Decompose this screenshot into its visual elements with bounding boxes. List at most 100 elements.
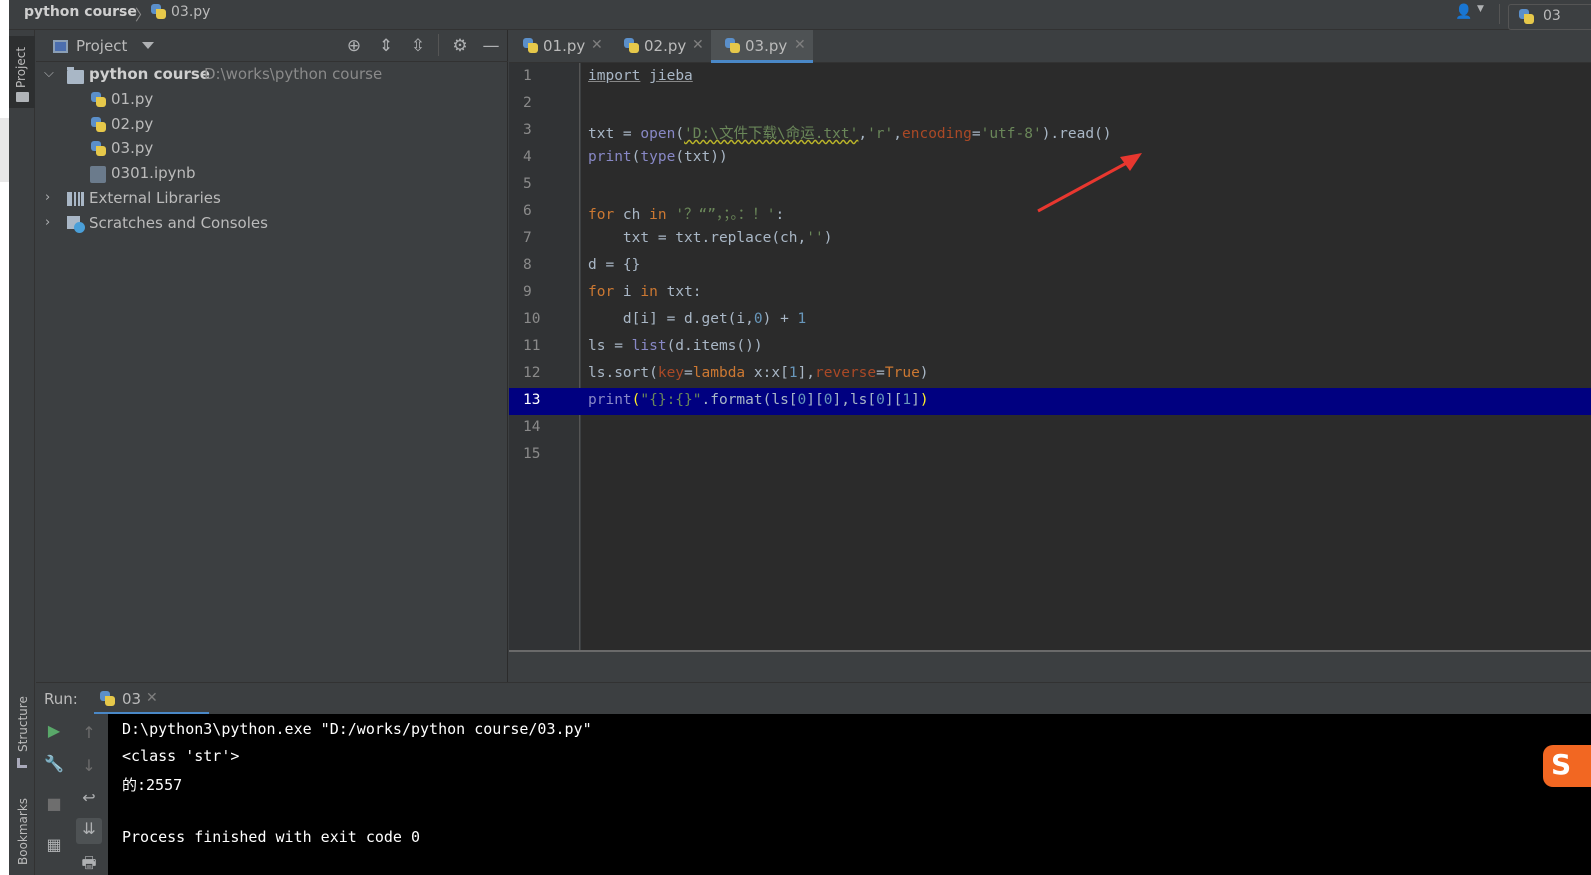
tree-scratches[interactable]: › Scratches and Consoles bbox=[36, 212, 508, 236]
tab-02-py[interactable]: 02.py ✕ bbox=[610, 30, 711, 63]
breadcrumb-project[interactable]: python course bbox=[24, 4, 137, 20]
project-view-icon bbox=[53, 40, 68, 53]
hide-icon[interactable]: — bbox=[480, 35, 502, 57]
line-number: 5 bbox=[523, 176, 532, 192]
splitter[interactable] bbox=[509, 650, 1591, 652]
python-file-icon bbox=[624, 38, 640, 54]
expand-all-icon[interactable]: ⇕ bbox=[375, 35, 397, 57]
close-icon[interactable]: ✕ bbox=[146, 690, 158, 706]
tool-tab-project[interactable]: Project bbox=[9, 36, 35, 108]
code-line-10[interactable]: d[i] = d.get(i,0) + 1 bbox=[588, 311, 806, 327]
tab-01-py[interactable]: 01.py ✕ bbox=[509, 30, 610, 63]
chevron-right-icon[interactable]: › bbox=[45, 190, 50, 205]
folder-icon bbox=[16, 92, 29, 102]
run-configuration-selector[interactable]: 03 bbox=[1508, 4, 1591, 30]
structure-icon bbox=[17, 758, 27, 768]
line-number: 4 bbox=[523, 149, 532, 165]
tree-external-libraries-label: External Libraries bbox=[89, 189, 221, 207]
code-line-13[interactable]: print("{}:{}".format(ls[0][0],ls[0][1]) bbox=[588, 392, 929, 408]
print-icon[interactable]: 🖶 bbox=[78, 852, 100, 874]
python-file-icon bbox=[91, 117, 107, 133]
tree-file-01[interactable]: 01.py bbox=[36, 88, 508, 112]
tool-tab-bookmarks[interactable]: Bookmarks bbox=[9, 790, 35, 875]
python-file-icon bbox=[523, 38, 539, 54]
ime-badge-icon[interactable]: S bbox=[1543, 745, 1591, 787]
line-number: 2 bbox=[523, 95, 532, 111]
close-icon[interactable]: ✕ bbox=[794, 37, 806, 53]
tree-root-label: python course bbox=[89, 65, 210, 83]
tree-scratches-label: Scratches and Consoles bbox=[89, 214, 268, 232]
run-configuration-label: 03 bbox=[1543, 8, 1561, 24]
chevron-down-icon[interactable]: ⌵ bbox=[44, 66, 54, 81]
breadcrumb-separator: 〉 bbox=[135, 6, 151, 24]
tab-03-py[interactable]: 03.py ✕ bbox=[711, 30, 813, 63]
scroll-to-end-icon[interactable]: ⇊ bbox=[76, 818, 102, 844]
run-console[interactable]: D:\python3\python.exe "D:/works/python c… bbox=[108, 714, 1591, 875]
tool-tab-project-label: Project bbox=[14, 46, 28, 88]
tree-file-label: 01.py bbox=[111, 90, 154, 108]
chevron-right-icon[interactable]: › bbox=[45, 215, 50, 230]
line-number: 12 bbox=[523, 365, 541, 381]
python-file-icon bbox=[91, 92, 107, 108]
line-number: 13 bbox=[523, 392, 541, 408]
locate-icon[interactable]: ⊕ bbox=[343, 35, 365, 57]
chevron-down-icon[interactable]: ▼ bbox=[1477, 4, 1484, 14]
code-line-9[interactable]: for i in txt: bbox=[588, 284, 702, 300]
line-number: 3 bbox=[523, 122, 532, 138]
tree-file-0301[interactable]: 0301.ipynb bbox=[36, 162, 508, 186]
code-line-6[interactable]: for ch in '？“”，；。：！': bbox=[588, 203, 784, 224]
close-icon[interactable]: ✕ bbox=[591, 37, 603, 53]
code-line-1[interactable]: import jieba bbox=[588, 68, 693, 84]
code-line-8[interactable]: d = {} bbox=[588, 257, 640, 273]
code-line-3[interactable]: txt = open('D:\文件下载\命运.txt','r',encoding… bbox=[588, 122, 1112, 143]
project-view-title[interactable]: Project bbox=[76, 37, 127, 55]
tree-root[interactable]: ⌵ python course D:\works\python course bbox=[36, 63, 508, 87]
close-icon[interactable]: ✕ bbox=[692, 37, 704, 53]
divider bbox=[1499, 4, 1500, 24]
clock-icon bbox=[74, 222, 85, 233]
line-number: 8 bbox=[523, 257, 532, 273]
code-line-4[interactable]: print(type(txt)) bbox=[588, 149, 728, 165]
tab-label: 03.py bbox=[745, 37, 788, 55]
line-number: 6 bbox=[523, 203, 532, 219]
library-icon bbox=[67, 192, 84, 206]
python-file-icon bbox=[151, 4, 167, 20]
console-line: D:\python3\python.exe "D:/works/python c… bbox=[122, 720, 592, 738]
code-line-11[interactable]: ls = list(d.items()) bbox=[588, 338, 763, 354]
tool-tab-structure[interactable]: Structure bbox=[9, 690, 35, 774]
user-icon[interactable]: 👤 bbox=[1455, 4, 1472, 20]
tree-file-label: 0301.ipynb bbox=[111, 164, 196, 182]
run-tab-03[interactable]: 03 ✕ bbox=[94, 683, 209, 715]
line-number: 7 bbox=[523, 230, 532, 246]
left-tool-window-strip: Project Structure Bookmarks bbox=[9, 30, 35, 875]
rerun-icon[interactable]: ▶ bbox=[43, 720, 65, 742]
tab-label: 01.py bbox=[543, 37, 586, 55]
divider bbox=[438, 34, 439, 56]
stop-icon[interactable]: ■ bbox=[43, 793, 65, 815]
code-line-12[interactable]: ls.sort(key=lambda x:x[1],reverse=True) bbox=[588, 365, 929, 381]
layout-icon[interactable]: ▦ bbox=[43, 834, 65, 856]
chevron-down-icon[interactable] bbox=[142, 42, 154, 49]
gear-icon[interactable]: ⚙ bbox=[449, 35, 471, 57]
notebook-file-icon bbox=[90, 166, 106, 183]
run-label: Run: bbox=[44, 690, 78, 708]
tool-tab-bookmarks-label: Bookmarks bbox=[16, 797, 30, 865]
folder-icon bbox=[67, 67, 84, 84]
soft-wrap-icon[interactable]: ↩ bbox=[78, 787, 100, 809]
line-number: 9 bbox=[523, 284, 532, 300]
run-tool-window-header: Run: 03 ✕ bbox=[36, 682, 1591, 715]
code-line-7[interactable]: txt = txt.replace(ch,'') bbox=[588, 230, 833, 246]
wrench-icon[interactable]: 🔧 bbox=[43, 753, 65, 775]
editor-tab-bar: 01.py ✕ 02.py ✕ 03.py ✕ bbox=[509, 30, 1591, 63]
annotation-arrow bbox=[1037, 153, 1142, 213]
tree-file-02[interactable]: 02.py bbox=[36, 113, 508, 137]
collapse-all-icon[interactable]: ⇳ bbox=[407, 35, 429, 57]
breadcrumb-file[interactable]: 03.py bbox=[171, 4, 210, 20]
arrow-up-icon[interactable]: ↑ bbox=[78, 722, 100, 744]
tree-file-03[interactable]: 03.py bbox=[36, 137, 508, 161]
arrow-down-icon[interactable]: ↓ bbox=[78, 755, 100, 777]
tool-tab-structure-label: Structure bbox=[16, 696, 30, 752]
line-number-gutter[interactable]: 1 2 3 4 5 6 7 8 9 10 11 12 14 15 bbox=[509, 63, 580, 651]
project-header: Project ⊕ ⇕ ⇳ ⚙ — bbox=[36, 30, 508, 62]
tree-external-libraries[interactable]: › External Libraries bbox=[36, 187, 508, 211]
